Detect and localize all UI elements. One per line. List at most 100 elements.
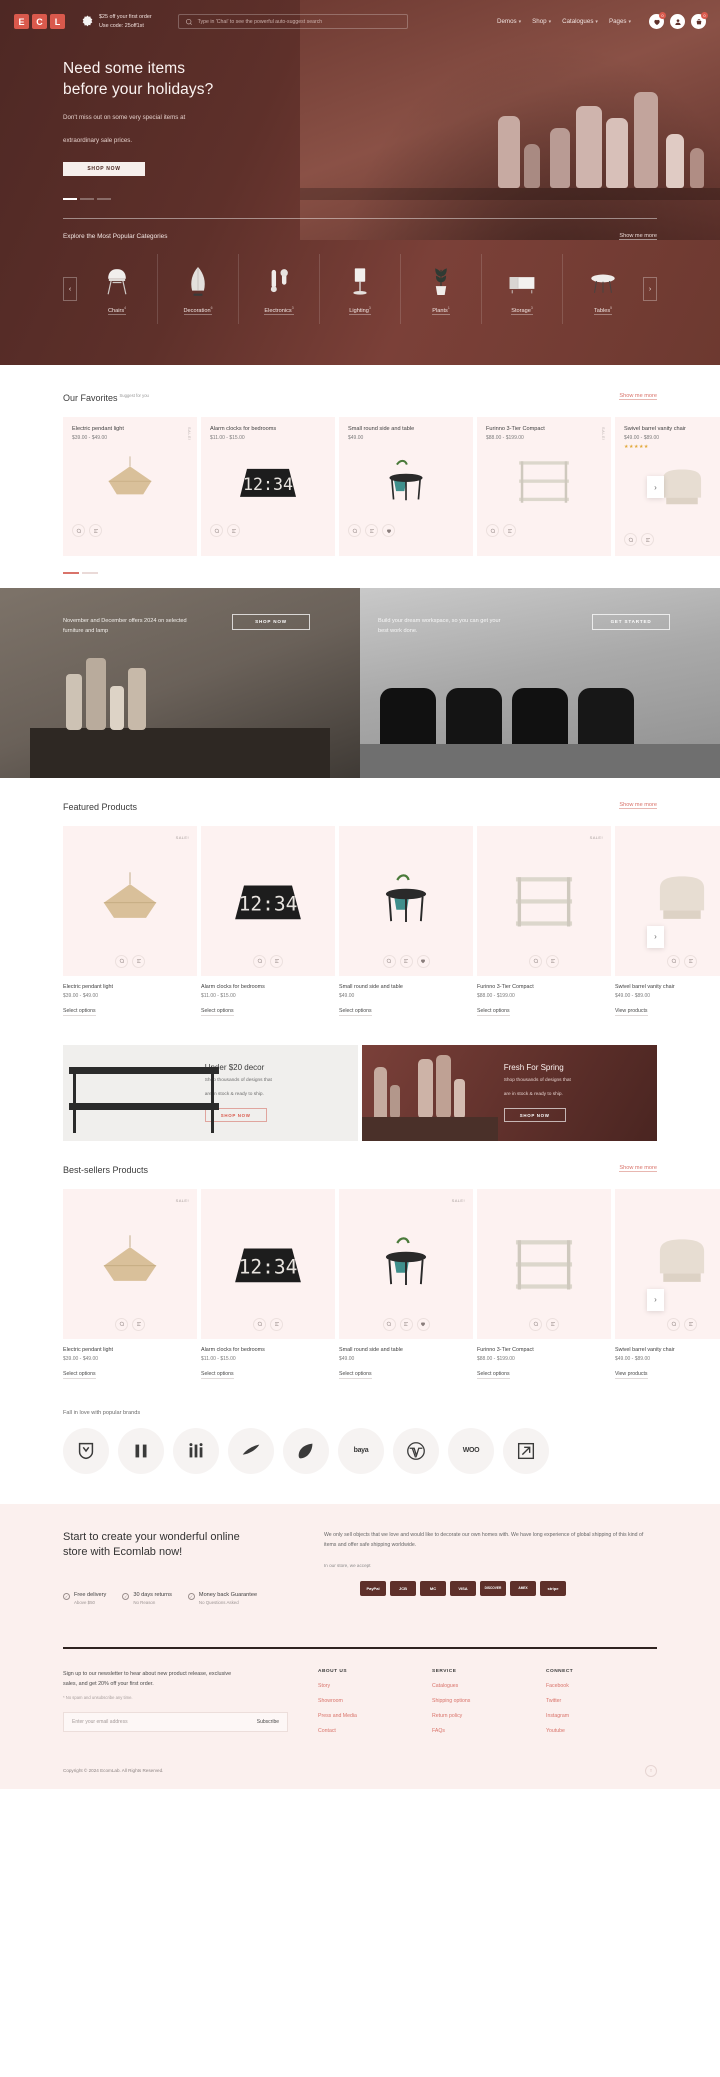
compare-icon[interactable] (399, 954, 413, 968)
compare-icon[interactable] (132, 1317, 145, 1331)
categories-show-more-link[interactable]: Show me more (619, 233, 657, 241)
quick-view-icon[interactable] (667, 1317, 680, 1331)
product-card[interactable]: 12:34 Alarm clocks for bedrooms $11.00 -… (201, 825, 335, 1017)
compare-icon[interactable] (684, 1317, 697, 1331)
nav-item-pages[interactable]: Pages ▾ (609, 18, 631, 25)
favorite-card[interactable]: Electric pendant light $39.00 - $49.00 S… (63, 417, 197, 556)
favorite-card[interactable]: Swivel barrel vanity chair $49.00 - $89.… (615, 417, 720, 556)
quick-view-icon[interactable] (529, 1317, 542, 1331)
product-action-link[interactable]: Select options (339, 1008, 372, 1016)
footer-link-youtube[interactable]: Youtube (546, 1728, 630, 1734)
product-action-link[interactable]: Select options (63, 1371, 96, 1379)
product-card[interactable]: SALE! Small round side and table $49.00 … (339, 1188, 473, 1380)
brand-shield-icon[interactable] (63, 1427, 109, 1474)
quick-view-icon[interactable] (382, 1317, 396, 1331)
compare-icon[interactable] (503, 524, 516, 537)
quick-view-icon[interactable] (253, 954, 266, 968)
product-card[interactable]: Swivel barrel vanity chair $49.00 - $89.… (615, 1188, 720, 1380)
compare-icon[interactable] (132, 954, 145, 968)
footer-link-return-policy[interactable]: Return policy (432, 1713, 516, 1719)
footer-link-press-and-media[interactable]: Press and Media (318, 1713, 402, 1719)
brand-wordpress-icon[interactable] (393, 1427, 439, 1474)
chevron-left-icon[interactable]: ‹ (63, 277, 77, 302)
product-action-link[interactable]: Select options (201, 1008, 234, 1016)
quick-view-icon[interactable] (210, 524, 223, 537)
newsletter-email-input[interactable]: Enter your email address (72, 1719, 128, 1725)
quick-view-icon[interactable] (115, 1317, 128, 1331)
account-user-icon[interactable] (670, 14, 685, 29)
compare-icon[interactable] (684, 954, 697, 968)
product-card[interactable]: Swivel barrel vanity chair $49.00 - $89.… (615, 825, 720, 1017)
featured-next-button[interactable]: › (647, 925, 664, 948)
favorites-next-button[interactable]: › (647, 476, 664, 499)
compare-icon[interactable] (399, 1317, 413, 1331)
footer-link-facebook[interactable]: Facebook (546, 1683, 630, 1689)
quick-view-icon[interactable] (348, 524, 361, 537)
promo-shop-now-button[interactable]: SHOP NOW (503, 1108, 566, 1123)
product-card[interactable]: 12:34 Alarm clocks for bedrooms $11.00 -… (201, 1188, 335, 1380)
compare-icon[interactable] (270, 954, 283, 968)
category-item-lighting[interactable]: Lighting3 (319, 254, 400, 325)
quick-view-icon[interactable] (382, 954, 396, 968)
pager-dot-1[interactable] (63, 572, 79, 574)
brand-baya-icon[interactable]: baya (338, 1427, 384, 1474)
favorite-card[interactable]: Furinno 3-Tier Compact $88.00 - $199.00 … (477, 417, 611, 556)
compare-icon[interactable] (365, 524, 378, 537)
compare-icon[interactable] (546, 1317, 559, 1331)
product-action-link[interactable]: Select options (201, 1371, 234, 1379)
featured-show-more-link[interactable]: Show me more (619, 802, 657, 809)
quick-view-icon[interactable] (667, 954, 680, 968)
product-action-link[interactable]: View products (615, 1008, 648, 1016)
category-item-plants[interactable]: Plants1 (400, 254, 481, 325)
footer-link-catalogues[interactable]: Catalogues (432, 1683, 516, 1689)
promo-card-fresh-spring[interactable]: Fresh For Spring Shop thousands of desig… (362, 1044, 657, 1141)
nav-item-catalogues[interactable]: Catalogues ▾ (562, 18, 598, 25)
product-card[interactable]: Small round side and table $49.00 Select… (339, 825, 473, 1017)
footer-link-twitter[interactable]: Twitter (546, 1698, 630, 1704)
chevron-right-icon[interactable]: › (643, 277, 657, 302)
search-input[interactable]: Type in 'Chai' to see the powerful auto-… (177, 14, 408, 29)
product-action-link[interactable]: Select options (339, 1371, 372, 1379)
footer-link-story[interactable]: Story (318, 1683, 402, 1689)
nav-item-demos[interactable]: Demos ▾ (497, 18, 521, 25)
quick-view-icon[interactable] (72, 524, 85, 537)
footer-link-instagram[interactable]: Instagram (546, 1713, 630, 1719)
favorite-card[interactable]: Alarm clocks for bedrooms $11.00 - $15.0… (201, 417, 335, 556)
product-card[interactable]: SALE! Electric pendant light $39.00 - $4… (63, 1188, 197, 1380)
slider-dot-3[interactable] (97, 198, 111, 201)
quick-view-icon[interactable] (253, 1317, 266, 1331)
product-card[interactable]: SALE! Electric pendant light $39.00 - $4… (63, 825, 197, 1017)
pager-dot-2[interactable] (82, 572, 98, 574)
newsletter-subscribe-button[interactable]: Subscribe (257, 1719, 279, 1725)
footer-link-contact[interactable]: Contact (318, 1728, 402, 1734)
product-card[interactable]: Furinno 3-Tier Compact $88.00 - $199.00 … (477, 1188, 611, 1380)
brand-arrow-icon[interactable] (503, 1427, 549, 1474)
compare-icon[interactable] (641, 533, 654, 546)
compare-icon[interactable] (227, 524, 240, 537)
compare-icon[interactable] (546, 954, 559, 968)
compare-icon[interactable] (89, 524, 102, 537)
slider-dot-2[interactable] (80, 198, 94, 201)
quick-view-icon[interactable] (115, 954, 128, 968)
footer-link-showroom[interactable]: Showroom (318, 1698, 402, 1704)
category-item-chairs[interactable]: Chairs4 (77, 254, 157, 324)
category-item-storage[interactable]: Storage3 (481, 254, 562, 325)
quick-view-icon[interactable] (529, 954, 542, 968)
nav-item-shop[interactable]: Shop ▾ (532, 18, 551, 25)
banner-furniture-offer[interactable]: November and December offers 2024 on sel… (0, 587, 360, 778)
category-item-decoration[interactable]: Decoration6 (157, 254, 238, 325)
category-item-electronics[interactable]: Electronics3 (238, 254, 319, 325)
bestsellers-next-button[interactable]: › (647, 1288, 664, 1311)
category-item-tables[interactable]: Tables5 (562, 254, 643, 325)
quick-view-icon[interactable] (486, 524, 499, 537)
favorite-card[interactable]: Small round side and table $49.00 (339, 417, 473, 556)
brand-bars-icon[interactable] (118, 1427, 164, 1474)
slider-dot-1[interactable] (63, 198, 77, 201)
promo-card-under-20[interactable]: Under $20 decor Shop thousands of design… (63, 1044, 358, 1141)
hero-shop-now-button[interactable]: SHOP NOW (63, 162, 145, 177)
site-logo[interactable]: E C L (14, 14, 65, 29)
favorites-show-more-link[interactable]: Show me more (619, 393, 657, 400)
compare-icon[interactable] (270, 1317, 283, 1331)
product-card[interactable]: SALE! Furinno 3-Tier Compact $88.00 - $1… (477, 825, 611, 1017)
brand-woocommerce-icon[interactable]: WOO (448, 1427, 494, 1474)
